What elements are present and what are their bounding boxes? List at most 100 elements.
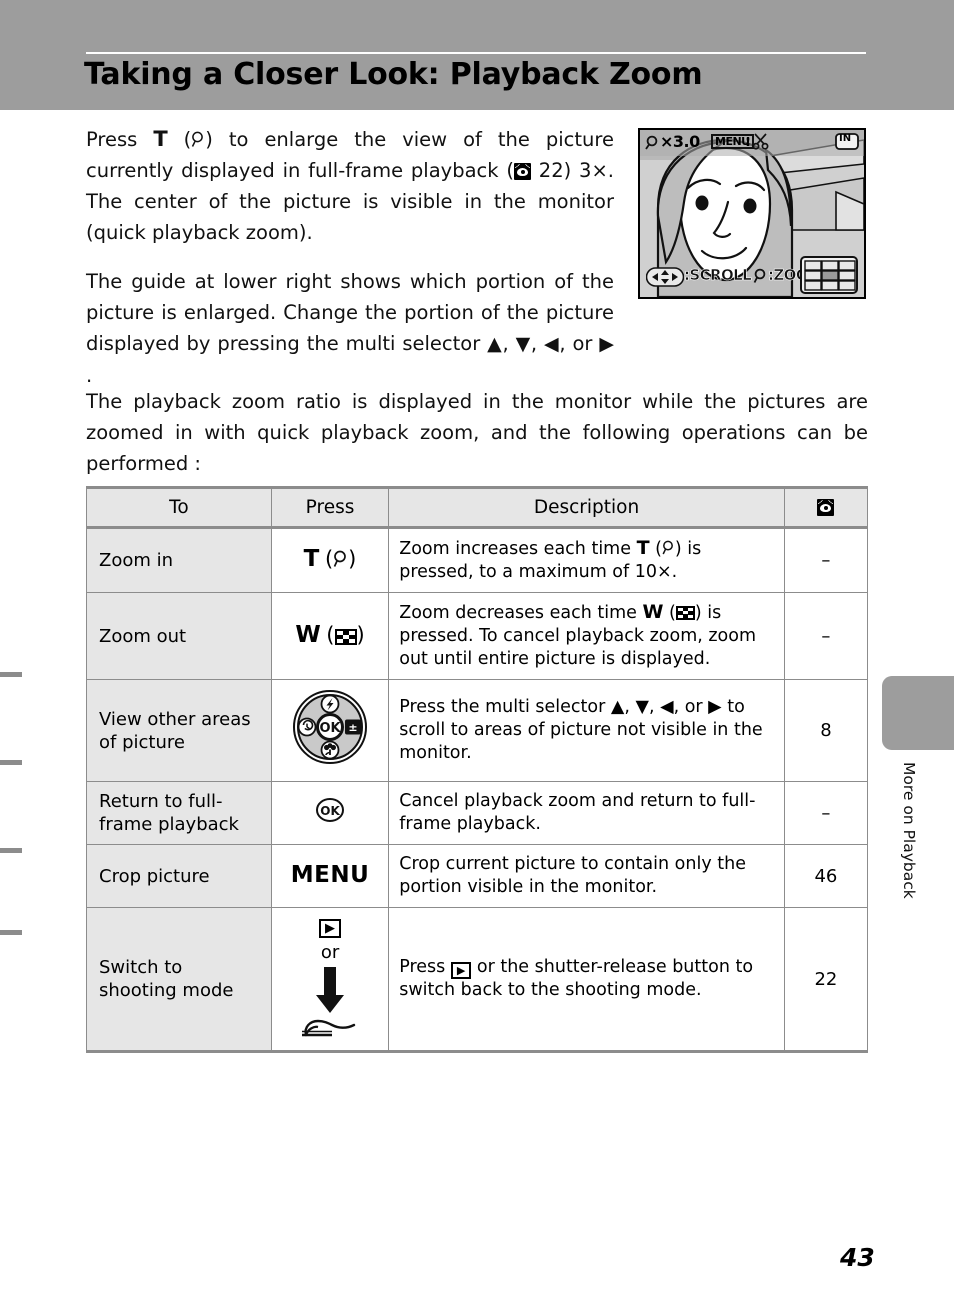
page-ref-return-full-frame: – (783, 781, 869, 845)
desc-text-b: ( (663, 603, 676, 623)
svg-text:OK: OK (319, 721, 341, 736)
table-row: View other areas of picture OK ± Press t… (86, 679, 869, 782)
tele-button-label: T (303, 546, 320, 572)
press-cell-menu-button: MENU (270, 844, 390, 908)
svg-text:±: ± (348, 721, 357, 734)
playback-zoom-guide-grid (800, 256, 858, 294)
p1-tele-button-label: T (153, 127, 168, 151)
reference-page-icon (513, 163, 531, 180)
press-cell-zoom-in: T () (270, 527, 390, 593)
p1-text-a: Press (86, 128, 154, 151)
page-title: Taking a Closer Look: Playback Zoom (84, 57, 703, 92)
desc-cell-zoom-in: Zoom increases each time T () is pressed… (388, 527, 785, 593)
desc-cell-return-full-frame: Cancel playback zoom and return to full-… (388, 781, 785, 845)
arrow-up-icon: ▲ (610, 697, 625, 717)
intro-paragraph-3: The playback zoom ratio is displayed in … (86, 390, 868, 475)
monitor-scroll-label: :SCROLL (684, 266, 752, 285)
section-tab-label: More on Playback (900, 762, 918, 899)
desc-text-a: Press the multi selector (399, 697, 611, 717)
table-row: Zoom in T () Zoom increases each time T … (86, 527, 869, 593)
column-header-page-ref (783, 486, 869, 528)
page-number: 43 (840, 1243, 875, 1272)
arrow-right-icon: ▶ (708, 697, 722, 717)
column-header-press: Press (270, 486, 390, 528)
press-cell-shooting-mode: ▶ or (270, 906, 390, 1054)
arrow-down-icon: ▼ (635, 697, 649, 717)
intro-paragraph-2: The guide at lower right shows which por… (86, 270, 614, 387)
bleed-mark (0, 848, 22, 853)
desc-cell-switch-shooting-mode: Press ▶ or the shutter-release button to… (388, 906, 785, 1054)
magnifier-icon (662, 540, 675, 563)
intro-paragraph-1: Press T () to enlarge the view of the pi… (86, 124, 614, 248)
press-or-label: or (320, 942, 340, 963)
p1-text-b: ( (167, 128, 192, 151)
paren-open: ( (324, 547, 334, 571)
monitor-bottom-bar: :SCROLL :ZOOM (645, 266, 823, 291)
tele-button-label-inline: T (636, 537, 650, 559)
desc-cell-crop-picture: Crop current picture to contain only the… (388, 844, 785, 908)
reference-page-icon (817, 499, 835, 516)
monitor-menu-separator: : (745, 132, 751, 150)
page-ref-switch-shooting-mode: 22 (783, 906, 869, 1054)
table-header-row: To Press Description (86, 486, 869, 528)
arrow-down-icon: ▼ (515, 333, 531, 355)
playback-button-icon: ▶ (319, 919, 342, 938)
table-row: Return to full-frame playback OK Cancel … (86, 781, 869, 845)
section-tab-marker (882, 676, 954, 750)
desc-cell-view-other-areas: Press the multi selector ▲, ▼, ◀, or ▶ t… (388, 679, 785, 782)
row-label-switch-shooting-mode: Switch to shooting mode (86, 906, 272, 1054)
playback-button-icon: ▶ (450, 962, 472, 980)
p2-end: . (86, 364, 93, 387)
bleed-mark (0, 930, 22, 935)
column-header-to: To (86, 486, 272, 528)
p1-ref-page: 22 (538, 159, 564, 182)
desc-text-b: ( (649, 539, 662, 559)
arrow-up-icon: ▲ (487, 333, 503, 355)
monitor-in-badge: IN (839, 133, 852, 144)
row-label-zoom-in: Zoom in (86, 527, 272, 593)
page-ref-zoom-out: – (783, 592, 869, 680)
column-header-description: Description (388, 486, 785, 528)
page-header-band (0, 0, 954, 110)
ok-button-icon: OK (314, 797, 346, 828)
desc-text-a: Press (399, 957, 451, 978)
desc-or: , or (673, 697, 709, 717)
multi-selector-icon: OK ± (291, 690, 369, 771)
thumbnail-checker-icon (334, 628, 357, 645)
page-ref-zoom-in: – (783, 527, 869, 593)
magnifier-icon (191, 126, 205, 157)
row-label-zoom-out: Zoom out (86, 592, 272, 680)
row-label-crop-picture: Crop picture (86, 844, 272, 908)
camera-monitor-illustration: ×3.0 MENU : IN :SCROLL :ZOOM (638, 128, 866, 299)
desc-cell-zoom-out: Zoom decreases each time W () is pressed… (388, 592, 785, 680)
p2-or: , or (559, 332, 600, 355)
bleed-mark (0, 760, 22, 765)
page-ref-crop-picture: 46 (783, 844, 869, 908)
table-row: Switch to shooting mode ▶ or Press ▶ or … (86, 906, 869, 1054)
menu-button-label: MENU (290, 861, 370, 888)
shutter-release-finger-icon (300, 966, 360, 1042)
paren-open: ( (326, 622, 335, 647)
arrow-left-icon: ◀ (660, 697, 674, 717)
svg-text:OK: OK (320, 804, 340, 818)
thumbnail-checker-icon (675, 606, 695, 620)
wide-button-label: W (295, 621, 321, 648)
monitor-magnifier-icon (753, 268, 768, 289)
playback-zoom-operations-table: To Press Description Zoom in T () Zoom i… (86, 486, 869, 1054)
bleed-mark (0, 672, 22, 677)
multi-selector-arrows-icon (645, 267, 685, 291)
press-cell-multi-selector: OK ± (270, 679, 390, 782)
scissors-icon (752, 133, 769, 154)
header-rule (86, 52, 866, 54)
paren-close: ) (356, 622, 365, 647)
p2-text-a: The guide at lower right shows which por… (86, 270, 614, 355)
wide-button-label-inline: W (642, 601, 664, 623)
page-ref-view-other-areas: 8 (783, 679, 869, 782)
magnifier-icon (333, 550, 348, 575)
desc-text-a: Zoom increases each time (399, 539, 637, 559)
table-row: Crop picture MENU Crop current picture t… (86, 844, 869, 908)
arrow-right-icon: ▶ (599, 333, 614, 355)
table-row: Zoom out W () Zoom decreases each time W… (86, 592, 869, 680)
monitor-zoom-ratio: ×3.0 (660, 132, 700, 151)
paren-close: ) (348, 547, 357, 571)
